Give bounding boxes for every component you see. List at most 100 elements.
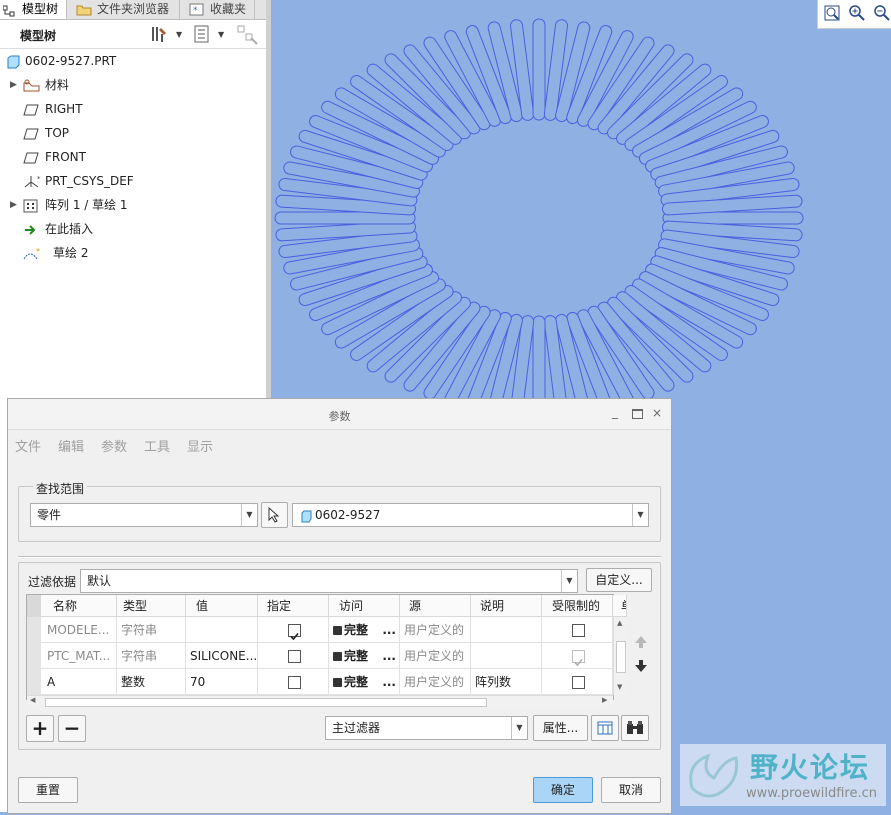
show-dropdown-icon[interactable]: ▼ [218, 30, 224, 39]
add-parameter-button[interactable]: + [26, 715, 54, 742]
cell-restricted[interactable] [542, 669, 613, 695]
zoom-out-icon[interactable] [874, 5, 890, 24]
properties-button[interactable]: 属性... [533, 715, 588, 741]
menu-parameters[interactable]: 参数 [101, 436, 127, 455]
zoom-in-icon[interactable] [849, 5, 865, 24]
cancel-button[interactable]: 取消 [601, 777, 661, 803]
cell-source[interactable]: 用户定义的 [400, 643, 471, 669]
cell-value[interactable]: SILICONE... [186, 643, 258, 669]
expand-arrow-icon[interactable]: ▶ [10, 194, 17, 216]
column-header-description[interactable]: 说明 [471, 595, 542, 617]
tab-model-tree[interactable]: 模型树 [0, 0, 67, 19]
cell-source[interactable]: 用户定义的 [400, 669, 471, 695]
tree-root-item[interactable]: 0602-9527.PRT [0, 50, 266, 72]
designate-checkbox[interactable] [287, 676, 301, 689]
menu-file[interactable]: 文件 [15, 436, 41, 455]
tree-item-top[interactable]: TOP [0, 122, 266, 144]
refit-icon[interactable] [824, 5, 840, 24]
menu-tools[interactable]: 工具 [144, 436, 170, 455]
cell-type[interactable]: 字符串 [117, 617, 186, 643]
object-select[interactable]: 0602-9527 ▼ [292, 503, 649, 527]
tree-item-insert-here[interactable]: 在此插入 [0, 218, 266, 240]
close-icon[interactable]: × [652, 406, 662, 420]
column-header-designate[interactable]: 指定 [258, 595, 329, 617]
restricted-checkbox[interactable] [571, 624, 585, 637]
tree-item-csys[interactable]: * PRT_CSYS_DEF [0, 170, 266, 192]
vertical-scrollbar[interactable]: ▲ ▼ [613, 617, 627, 695]
cell-designate[interactable] [258, 617, 329, 643]
cell-type[interactable]: 字符串 [117, 643, 186, 669]
select-object-button[interactable] [261, 502, 288, 528]
maximize-icon[interactable] [632, 409, 643, 419]
scroll-left-icon[interactable]: ◀ [30, 696, 35, 704]
dialog-title-bar[interactable]: 参数 _ × [8, 399, 671, 430]
cell-type[interactable]: 整数 [117, 669, 186, 695]
designate-checkbox[interactable] [287, 650, 301, 663]
find-parameter-button[interactable] [621, 715, 649, 741]
chevron-down-icon: ▼ [561, 570, 577, 592]
show-list-icon[interactable] [193, 25, 211, 47]
table-columns-button[interactable] [591, 715, 619, 741]
designate-checkbox[interactable] [287, 624, 301, 641]
cell-access[interactable]: 完整... [329, 643, 400, 669]
menu-edit[interactable]: 编辑 [58, 436, 84, 455]
restricted-checkbox[interactable] [571, 676, 585, 689]
access-more-button[interactable]: ... [382, 669, 396, 694]
filter-select[interactable]: 默认 ▼ [80, 569, 578, 593]
cell-value[interactable] [186, 617, 258, 643]
tree-item-right[interactable]: RIGHT [0, 98, 266, 120]
scroll-thumb[interactable] [616, 641, 626, 673]
cell-designate[interactable] [258, 669, 329, 695]
cell-name[interactable]: A [41, 669, 117, 695]
minimize-icon[interactable]: _ [612, 405, 618, 419]
cell-designate[interactable] [258, 643, 329, 669]
cell-name[interactable]: PTC_MAT... [41, 643, 117, 669]
cell-desc[interactable] [471, 617, 542, 643]
move-down-icon[interactable] [634, 659, 648, 676]
tab-folder-browser[interactable]: 文件夹浏览器 [67, 0, 180, 19]
main-filter-select[interactable]: 主过滤器 ▼ [325, 716, 528, 740]
expand-arrow-icon[interactable]: ▶ [10, 74, 17, 96]
tree-item-sketch-2[interactable]: * 草绘 2 [0, 242, 266, 264]
settings-dropdown-icon[interactable]: ▼ [176, 30, 182, 39]
column-header-restricted[interactable]: 受限制的 [542, 595, 613, 617]
move-up-icon[interactable] [634, 635, 648, 652]
scroll-right-icon[interactable]: ▶ [602, 696, 607, 704]
datum-plane-icon [23, 150, 39, 164]
cell-value[interactable]: 70 [186, 669, 258, 695]
customize-button[interactable]: 自定义... [586, 568, 652, 592]
access-more-button[interactable]: ... [382, 617, 396, 642]
cell-access[interactable]: 完整... [329, 617, 400, 643]
scroll-thumb[interactable] [45, 698, 487, 707]
scroll-down-icon[interactable]: ▼ [617, 683, 622, 691]
tree-item-front[interactable]: FRONT [0, 146, 266, 168]
parameter-table[interactable]: 名称 类型 值 指定 访问 源 说明 受限制的 单 MODELE...字符串完整… [26, 594, 627, 708]
tab-favorites[interactable]: * 收藏夹 [180, 0, 255, 19]
column-header-value[interactable]: 值 [186, 595, 258, 617]
restricted-checkbox[interactable] [571, 650, 585, 667]
cell-access[interactable]: 完整... [329, 669, 400, 695]
column-header-type[interactable]: 类型 [117, 595, 186, 617]
cell-source[interactable]: 用户定义的 [400, 617, 471, 643]
scope-select[interactable]: 零件 ▼ [30, 503, 258, 527]
ok-button[interactable]: 确定 [533, 777, 593, 803]
filter-tree-icon[interactable] [237, 25, 259, 48]
horizontal-scrollbar[interactable]: ◀ ▶ [27, 695, 613, 708]
cell-desc[interactable]: 阵列数 [471, 669, 542, 695]
access-more-button[interactable]: ... [382, 643, 396, 668]
cell-restricted[interactable] [542, 617, 613, 643]
column-header-name[interactable]: 名称 [41, 595, 117, 617]
cell-restricted[interactable] [542, 643, 613, 669]
cell-desc[interactable] [471, 643, 542, 669]
scroll-up-icon[interactable]: ▲ [617, 619, 622, 627]
column-header-access[interactable]: 访问 [329, 595, 400, 617]
tree-item-material[interactable]: ▶ 材料 [0, 74, 266, 96]
menu-display[interactable]: 显示 [187, 436, 213, 455]
column-header-source[interactable]: 源 [400, 595, 471, 617]
column-header-unit[interactable]: 单 [613, 595, 627, 617]
remove-parameter-button[interactable]: − [58, 715, 86, 742]
tree-item-pattern[interactable]: ▶ 阵列 1 / 草绘 1 [0, 194, 266, 216]
cell-name[interactable]: MODELE... [41, 617, 117, 643]
reset-button[interactable]: 重置 [18, 777, 78, 803]
settings-tools-icon[interactable] [150, 25, 170, 48]
